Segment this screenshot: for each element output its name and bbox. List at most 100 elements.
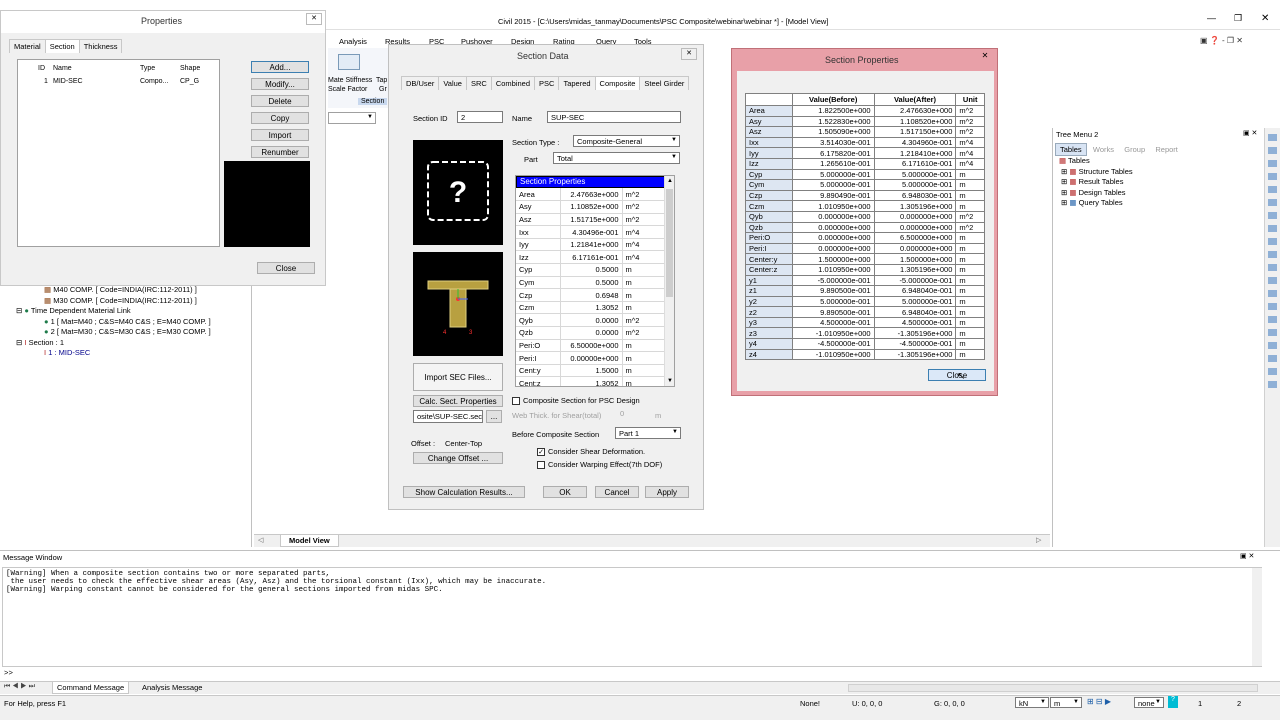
ribbon-combo[interactable]: ▼ xyxy=(328,112,376,124)
model-view-tab-right-icon[interactable]: ▷ xyxy=(1036,536,1041,544)
table-row[interactable]: Asz 1.505090e+000 1.517150e+000 m^2 xyxy=(745,126,985,138)
cancel-button[interactable]: Cancel xyxy=(595,486,639,498)
table-row[interactable]: Peri:O 6.50000e+000 m xyxy=(516,339,664,353)
table-row[interactable]: z4 -1.010950e+000 -1.305196e+000 m xyxy=(745,348,985,361)
tree-item-m30[interactable]: ▦ M30 COMP. [ Code=INDIA(IRC:112-2011) ] xyxy=(16,296,211,307)
ribbon-label-gr[interactable]: Gr xyxy=(379,86,387,93)
restore-icon[interactable]: ❐ xyxy=(1234,13,1242,24)
table-row[interactable]: z3 -1.010950e+000 -1.305196e+000 m xyxy=(745,327,985,340)
tab-section[interactable]: Section xyxy=(44,39,80,53)
tree-tables-root[interactable]: ▦ Tables xyxy=(1059,156,1133,167)
section-data-close-icon[interactable]: ✕ xyxy=(681,48,697,60)
message-window-pin-icon[interactable]: ▣ ✕ xyxy=(1240,552,1254,560)
section-id-field[interactable]: 2 xyxy=(457,111,503,123)
tab-tapered[interactable]: Tapered xyxy=(558,76,596,90)
tree-query-tables[interactable]: ⊞ ▦ Query Tables xyxy=(1059,198,1133,209)
ribbon-label-tap[interactable]: Tap xyxy=(376,77,387,84)
table-row[interactable]: Czm 1.3052 m xyxy=(516,301,664,315)
stiffness-icon[interactable] xyxy=(338,54,360,70)
tree-result-tables[interactable]: ⊞ ▦ Result Tables xyxy=(1059,177,1133,188)
renumber-button[interactable]: Renumber xyxy=(251,146,309,158)
table-row[interactable]: Czm 1.010950e+000 1.305196e+000 m xyxy=(745,200,985,212)
tab-value[interactable]: Value xyxy=(438,76,467,90)
table-row[interactable]: y4 -4.500000e-001 -4.500000e-001 m xyxy=(745,338,985,350)
change-offset-button[interactable]: Change Offset ... xyxy=(413,452,503,464)
table-row[interactable]: y2 5.000000e-001 5.000000e-001 m xyxy=(745,295,985,308)
delete-button[interactable]: Delete xyxy=(251,95,309,107)
table-row[interactable]: Asz 1.51715e+000 m^2 xyxy=(516,213,664,227)
ribbon-label-section[interactable]: Section xyxy=(358,98,388,105)
tree-item-mid-sec[interactable]: I 1 : MID-SEC xyxy=(16,348,211,359)
tree-tab-report[interactable]: Report xyxy=(1151,144,1182,155)
tab-db-user[interactable]: DB/User xyxy=(401,76,440,90)
tree-menu-pin-icon[interactable]: ▣ ✕ xyxy=(1243,129,1257,137)
tab-steel-girder[interactable]: Steel Girder xyxy=(639,76,690,90)
table-row[interactable]: z1 9.890500e-001 6.948040e-001 m xyxy=(745,285,985,297)
display-select[interactable]: none ▼ xyxy=(1134,697,1164,708)
section-type-select[interactable]: Composite-General ▼ xyxy=(573,135,680,147)
tree-item-section[interactable]: ⊟ I Section : 1 xyxy=(16,338,211,349)
table-row[interactable]: Cym 5.000000e-001 5.000000e-001 m xyxy=(745,179,985,191)
tab-thickness[interactable]: Thickness xyxy=(78,39,123,53)
tab-psc[interactable]: PSC xyxy=(534,76,560,90)
ok-button[interactable]: OK xyxy=(543,486,587,498)
sec-file-field[interactable]: osite\SUP-SEC.sec xyxy=(413,410,483,423)
copy-button[interactable]: Copy xyxy=(251,112,309,124)
table-row[interactable]: Peri:O 0.000000e+000 6.500000e+000 m xyxy=(745,232,985,244)
tree-item-time-link[interactable]: ⊟ ● Time Dependent Material Link xyxy=(16,306,211,317)
before-composite-select[interactable]: Part 1 ▼ xyxy=(615,427,681,439)
length-unit-select[interactable]: m ▼ xyxy=(1050,697,1082,708)
tree-item-link-2[interactable]: ● 2 [ Mat=M30 ; C&S=M30 C&S ; E=M30 COMP… xyxy=(16,327,211,338)
checkmark-icon[interactable]: ✓ xyxy=(537,448,545,457)
part-select[interactable]: Total ▼ xyxy=(553,152,680,164)
tab-composite[interactable]: Composite xyxy=(594,76,641,90)
add-button[interactable]: Add... xyxy=(251,61,309,73)
table-row[interactable]: Area 2.47663e+000 m^2 xyxy=(516,188,664,202)
tree-tab-group[interactable]: Group xyxy=(1120,144,1149,155)
table-row[interactable]: Czp 0.6948 m xyxy=(516,288,664,302)
calc-sect-button[interactable]: Calc. Sect. Properties xyxy=(413,395,503,407)
table-row[interactable]: Asy 1.10852e+000 m^2 xyxy=(516,200,664,214)
warping-check[interactable]: Consider Warping Effect(7th DOF) xyxy=(537,460,662,470)
import-button[interactable]: Import xyxy=(251,129,309,141)
table-row[interactable]: Iyy 1.21841e+000 m^4 xyxy=(516,238,664,252)
command-prompt[interactable]: >> xyxy=(4,670,13,678)
table-row[interactable]: y1 -5.000000e-001 -5.000000e-001 m xyxy=(745,274,985,287)
table-row[interactable]: Qyb 0.0000 m^2 xyxy=(516,313,664,328)
modify-button[interactable]: Modify... xyxy=(251,78,309,90)
table-row[interactable]: Peri:I 0.000000e+000 0.000000e+000 m xyxy=(745,242,985,255)
tab-analysis-message[interactable]: Analysis Message xyxy=(138,682,206,693)
table-row[interactable]: Area 1.822500e+000 2.476630e+000 m^2 xyxy=(745,105,985,117)
table-row[interactable]: Center:z 1.010950e+000 1.305196e+000 m xyxy=(745,263,985,276)
table-row[interactable]: 1 MID-SEC Compo... CP_G xyxy=(18,77,219,88)
snap-icons[interactable]: ⊞ ⊟ ▶ xyxy=(1087,697,1111,706)
message-nav-icons[interactable]: ⏮ ◀ ▶ ⏭ xyxy=(4,683,35,691)
checkbox-icon[interactable] xyxy=(537,461,545,470)
table-row[interactable]: Center:y 1.500000e+000 1.500000e+000 m xyxy=(745,253,985,265)
table-row[interactable]: Cyp 0.5000 m xyxy=(516,263,664,277)
table-row[interactable]: Qzb 0.0000 m^2 xyxy=(516,326,664,340)
table-row[interactable]: Qyb 0.000000e+000 0.000000e+000 m^2 xyxy=(745,210,985,223)
show-calc-button[interactable]: Show Calculation Results... xyxy=(403,486,525,498)
tree-item-link-1[interactable]: ● 1 [ Mat=M40 ; C&S=M40 C&S ; E=M40 COMP… xyxy=(16,317,211,328)
table-row[interactable]: Izz 1.265610e-001 6.171610e-001 m^4 xyxy=(745,157,985,170)
table-row[interactable]: Cym 0.5000 m xyxy=(516,276,664,290)
model-view-tab[interactable]: Model View xyxy=(280,535,339,547)
web-thick-field[interactable]: 0 xyxy=(617,409,655,421)
grid-scrollbar[interactable]: ▲ ▼ xyxy=(664,176,674,386)
table-row[interactable]: Ixx 4.30496e-001 m^4 xyxy=(516,225,664,239)
table-row[interactable]: Qzb 0.000000e+000 0.000000e+000 m^2 xyxy=(745,221,985,234)
table-row[interactable]: Asy 1.522830e+000 1.108520e+000 m^2 xyxy=(745,115,985,128)
table-row[interactable]: Cent:y 1.5000 m xyxy=(516,364,664,378)
shear-deformation-check[interactable]: ✓ Consider Shear Deformation. xyxy=(537,447,645,457)
checkbox-icon[interactable] xyxy=(512,397,520,406)
tab-combined[interactable]: Combined xyxy=(490,76,536,90)
message-scrollbar[interactable] xyxy=(1252,568,1262,666)
name-field[interactable]: SUP-SEC xyxy=(547,111,681,123)
table-row[interactable]: y3 4.500000e-001 4.500000e-001 m xyxy=(745,316,985,329)
force-unit-select[interactable]: kN ▼ xyxy=(1015,697,1049,708)
table-row[interactable]: Peri:I 0.00000e+000 m xyxy=(516,351,664,365)
table-row[interactable]: Cent:z 1.3052 m xyxy=(516,376,664,386)
model-view-tab-left-icon[interactable]: ◁ xyxy=(258,536,263,544)
tree-item-m40[interactable]: ▦ M40 COMP. [ Code=INDIA(IRC:112-2011) ] xyxy=(16,285,211,296)
